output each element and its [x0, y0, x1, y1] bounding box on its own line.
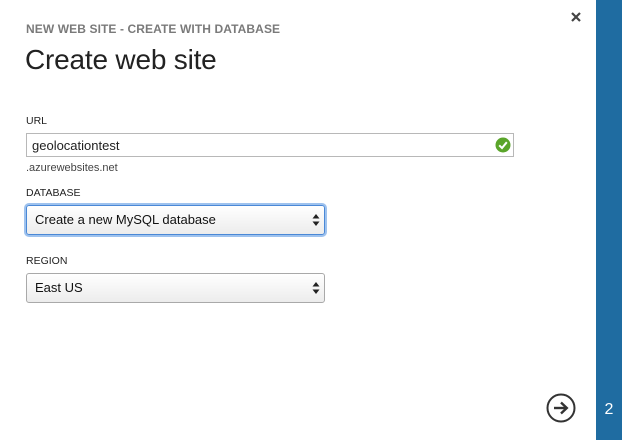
database-select-value: Create a new MySQL database — [35, 212, 216, 227]
url-input[interactable] — [32, 134, 492, 156]
next-button[interactable] — [546, 393, 576, 423]
dialog-subtitle: NEW WEB SITE - CREATE WITH DATABASE — [26, 22, 281, 36]
database-label: DATABASE — [26, 187, 81, 199]
region-select[interactable]: East US — [26, 273, 325, 303]
dialog-panel: NEW WEB SITE - CREATE WITH DATABASE Crea… — [0, 0, 596, 440]
url-label: URL — [26, 115, 48, 127]
close-button[interactable] — [567, 8, 585, 26]
select-arrows-icon — [312, 214, 320, 226]
arrow-right-circle-icon — [546, 393, 576, 423]
select-arrows-icon — [312, 282, 320, 294]
database-select[interactable]: Create a new MySQL database — [26, 205, 325, 235]
url-field[interactable] — [26, 133, 514, 157]
page-title: Create web site — [25, 44, 217, 75]
url-domain-suffix: .azurewebsites.net — [26, 162, 118, 174]
region-label: REGION — [26, 255, 68, 267]
wizard-step-sidebar: 2 — [596, 0, 622, 440]
step-number: 2 — [604, 401, 614, 418]
region-select-value: East US — [35, 280, 83, 295]
check-circle-icon — [495, 137, 511, 153]
close-icon — [571, 12, 581, 22]
